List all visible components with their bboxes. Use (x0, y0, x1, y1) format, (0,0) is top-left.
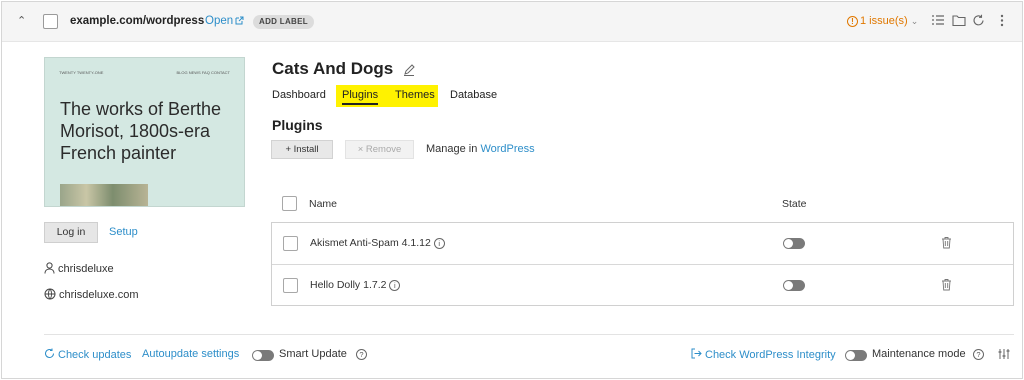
list-icon[interactable] (931, 14, 945, 27)
collapse-chevron-icon[interactable]: ⌃ (17, 14, 26, 27)
tab-plugins[interactable]: Plugins (342, 89, 378, 101)
external-link-icon (235, 16, 244, 25)
plugins-table-header: Name State (271, 192, 1014, 223)
wordpress-link[interactable]: WordPress (480, 143, 534, 155)
maintenance-mode-toggle[interactable] (845, 350, 867, 361)
manage-prefix: Manage in (426, 143, 478, 155)
footer-divider (44, 334, 1014, 335)
smart-update-help-icon[interactable]: ? (356, 349, 367, 360)
info-icon[interactable]: i (389, 280, 401, 291)
globe-icon (44, 288, 56, 300)
chevron-down-icon: ⌄ (910, 16, 919, 26)
login-button[interactable]: Log in (44, 222, 98, 243)
tab-database[interactable]: Database (450, 89, 497, 101)
check-updates-label: Check updates (58, 349, 132, 361)
preview-headline: The works of Berthe Morisot, 1800s-era F… (60, 99, 222, 163)
plugin-name-label: Hello Dolly 1.7.2 (310, 279, 387, 291)
setup-link[interactable]: Setup (109, 226, 138, 238)
site-card: ⌃ example.com/wordpress Open ADD LABEL !… (1, 1, 1023, 379)
site-title: Cats And Dogs (272, 59, 394, 78)
table-row: Hello Dolly 1.7.2 i (272, 264, 1013, 305)
manage-in-wordpress: Manage in WordPress (426, 143, 535, 155)
trash-icon[interactable] (941, 278, 952, 291)
open-site-link[interactable]: Open (205, 15, 244, 27)
plugin-name: Hello Dolly 1.7.2 i (310, 279, 401, 291)
column-state: State (782, 198, 807, 210)
add-label-button[interactable]: ADD LABEL (253, 15, 314, 29)
tab-themes[interactable]: Themes (395, 89, 435, 101)
plugin-state-toggle[interactable] (783, 238, 805, 249)
plugin-name: Akismet Anti-Spam 4.1.12 i (310, 237, 445, 249)
settings-sliders-icon[interactable] (998, 348, 1010, 360)
preview-site-name: TWENTY TWENTY-ONE (59, 70, 104, 75)
column-name: Name (309, 198, 338, 210)
preview-nav: BLOG NEWS FAQ CONTACT (176, 70, 231, 75)
site-preview-thumbnail[interactable]: TWENTY TWENTY-ONE BLOG NEWS FAQ CONTACT … (44, 57, 245, 207)
smart-update-toggle[interactable] (252, 350, 274, 361)
edit-pencil-icon[interactable] (403, 64, 415, 76)
refresh-icon (45, 348, 55, 359)
open-link-label: Open (205, 15, 234, 27)
card-header: ⌃ example.com/wordpress Open ADD LABEL !… (2, 2, 1022, 42)
plugins-table: Akismet Anti-Spam 4.1.12 i Hello Dolly 1… (271, 223, 1014, 306)
plugins-section-title: Plugins (272, 117, 323, 133)
plugin-state-toggle[interactable] (783, 280, 805, 291)
website-domain: chrisdeluxe.com (59, 289, 139, 301)
check-integrity-label: Check WordPress Integrity (705, 349, 836, 361)
smart-update-label: Smart Update (279, 348, 347, 360)
select-all-checkbox[interactable] (282, 196, 297, 211)
plugin-name-label: Akismet Anti-Spam 4.1.12 (310, 237, 431, 249)
remove-button[interactable]: × Remove (345, 140, 414, 159)
preview-image (60, 184, 148, 206)
maintenance-mode-label: Maintenance mode (872, 348, 966, 360)
issues-label: 1 issue(s) (860, 15, 908, 27)
owner-row: chrisdeluxe (44, 262, 114, 275)
more-menu-icon[interactable] (1000, 14, 1004, 27)
check-integrity-link[interactable]: Check WordPress Integrity (691, 348, 836, 361)
refresh-icon[interactable] (972, 14, 985, 27)
check-updates-link[interactable]: Check updates (44, 348, 131, 361)
trash-icon[interactable] (941, 236, 952, 249)
issues-dropdown[interactable]: ! 1 issue(s) ⌄ (847, 15, 918, 27)
warning-icon: ! (847, 16, 858, 27)
autoupdate-settings-link[interactable]: Autoupdate settings (142, 348, 239, 360)
integrity-icon (691, 348, 702, 359)
row-checkbox[interactable] (283, 278, 298, 293)
info-icon[interactable]: i (433, 238, 445, 249)
maintenance-help-icon[interactable]: ? (973, 349, 984, 360)
website-row: chrisdeluxe.com (44, 288, 138, 301)
row-checkbox[interactable] (283, 236, 298, 251)
folder-icon[interactable] (952, 14, 966, 27)
install-button[interactable]: + Install (271, 140, 333, 159)
user-icon (44, 262, 55, 274)
tab-dashboard[interactable]: Dashboard (272, 89, 326, 101)
owner-username: chrisdeluxe (58, 263, 114, 275)
site-domain: example.com/wordpress (70, 15, 205, 27)
active-tab-indicator (342, 103, 378, 105)
table-row: Akismet Anti-Spam 4.1.12 i (272, 223, 1013, 264)
select-site-checkbox[interactable] (43, 14, 58, 29)
